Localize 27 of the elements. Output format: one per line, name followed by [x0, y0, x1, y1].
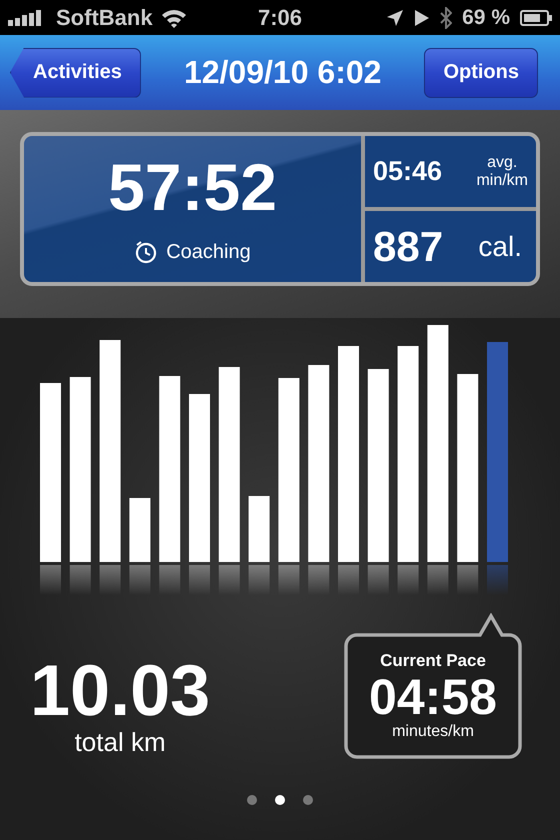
wifi-icon — [160, 8, 187, 28]
clock-time: 7:06 — [256, 4, 304, 30]
location-arrow-icon — [386, 8, 404, 26]
coaching-label: Coaching — [166, 240, 251, 264]
page-dot[interactable] — [303, 795, 313, 805]
back-button[interactable]: Activities — [10, 48, 141, 98]
avg-label: avg. — [487, 154, 518, 172]
current-pace-unit: minutes/km — [392, 723, 474, 742]
battery-percent: 69 % — [462, 6, 510, 30]
battery-icon — [520, 10, 552, 26]
current-pace: 04:58 — [369, 670, 497, 724]
options-button[interactable]: Options — [424, 48, 538, 98]
play-icon — [414, 8, 430, 26]
nav-title: 12/09/10 6:02 — [184, 54, 382, 91]
alarm-clock-icon — [134, 240, 158, 264]
distance-unit: total km — [74, 727, 166, 758]
avg-unit: min/km — [476, 172, 528, 190]
total-distance: 10.03 — [30, 655, 210, 727]
calories-unit: cal. — [478, 230, 522, 262]
duration: 57:52 — [108, 154, 277, 220]
carrier-name: SoftBank — [56, 4, 153, 30]
page-dot[interactable] — [247, 795, 257, 805]
avg-pace: 05:46 — [373, 156, 442, 187]
bluetooth-icon — [440, 6, 452, 28]
calories: 887 — [373, 222, 444, 270]
page-dot[interactable] — [275, 795, 285, 805]
current-pace-title: Current Pace — [380, 650, 486, 671]
